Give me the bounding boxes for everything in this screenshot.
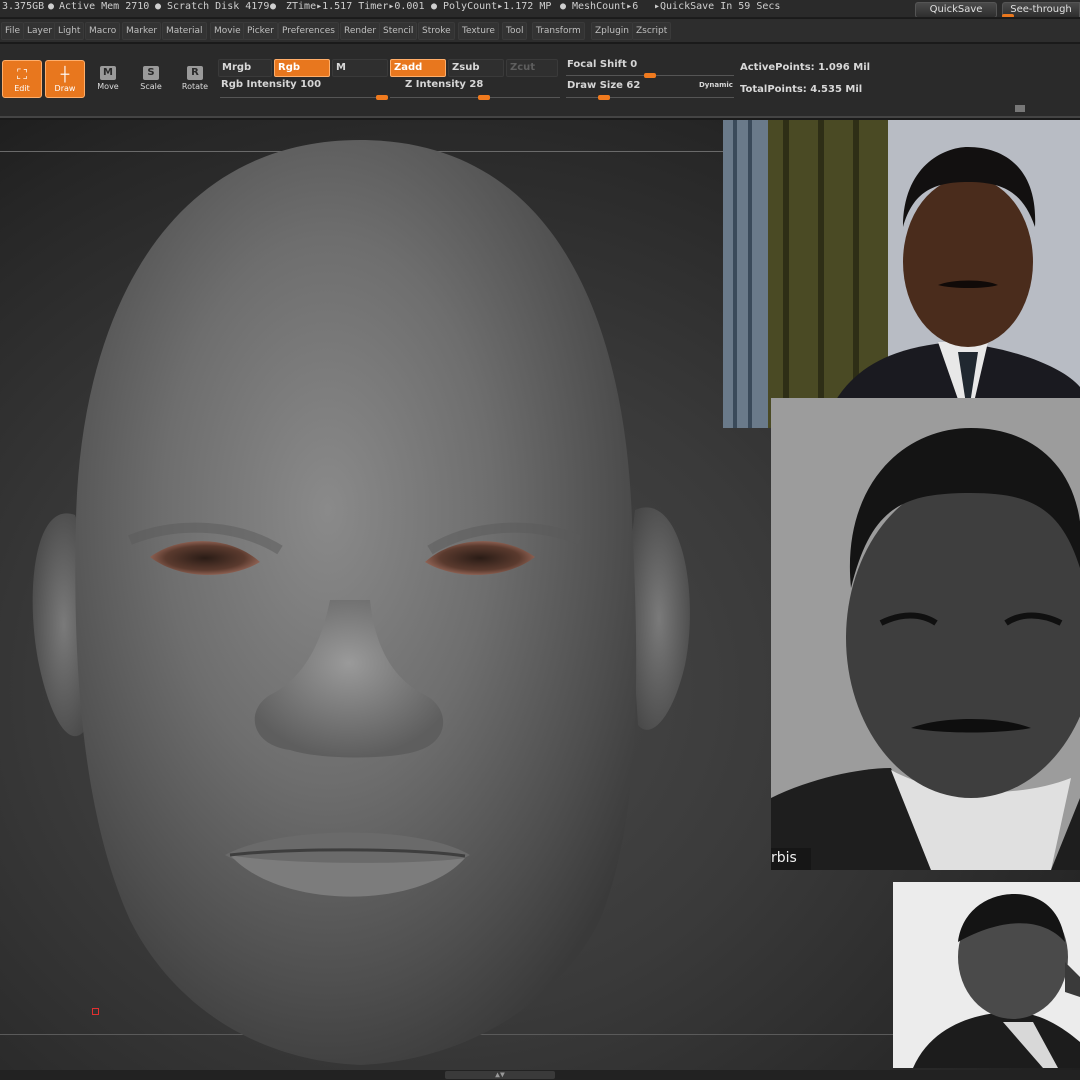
menu-zscript[interactable]: Zscript bbox=[632, 22, 672, 40]
menu-stroke[interactable]: Stroke bbox=[418, 22, 455, 40]
zsub-button[interactable]: Zsub bbox=[448, 59, 504, 77]
rotate-button[interactable]: R Rotate bbox=[175, 60, 215, 98]
draw-size-track[interactable] bbox=[566, 97, 734, 98]
active-points-readout: ActivePoints: 1.096 Mil bbox=[740, 62, 871, 73]
reference-photo-color[interactable] bbox=[723, 120, 1080, 428]
rgb-intensity-label: Rgb Intensity 100 bbox=[221, 79, 322, 90]
edit-icon: ⛶ bbox=[17, 67, 27, 83]
menu-tool[interactable]: Tool bbox=[502, 22, 528, 40]
reference-photo-profile-image bbox=[893, 882, 1080, 1068]
focal-shift-label: Focal Shift 0 bbox=[567, 59, 638, 70]
status-bullet: ● bbox=[270, 1, 277, 12]
menu-movie[interactable]: Movie bbox=[210, 22, 245, 40]
brush-cursor-marker bbox=[92, 1008, 99, 1015]
active-mem-readout: Active Mem 2710 bbox=[59, 1, 150, 12]
menu-light[interactable]: Light bbox=[54, 22, 85, 40]
mrgb-button[interactable]: Mrgb bbox=[218, 59, 272, 77]
dynamic-toggle[interactable]: Dynamic bbox=[699, 81, 733, 89]
bottom-tray: ▲▼ bbox=[0, 1070, 1080, 1080]
menu-bar: File Layer Light Macro Marker Material M… bbox=[0, 19, 1080, 43]
move-icon: M bbox=[100, 66, 116, 80]
draw-button[interactable]: ┼ Draw bbox=[45, 60, 85, 98]
reference-photo-color-image bbox=[723, 120, 1080, 428]
see-through-knob[interactable] bbox=[1002, 14, 1014, 17]
menu-zplugin[interactable]: Zplugin bbox=[591, 22, 634, 40]
viewport-canvas[interactable]: rbis bbox=[0, 120, 1080, 1070]
status-bar: 3.375GB ● Active Mem 2710 ● Scratch Disk… bbox=[0, 0, 1080, 18]
top-shelf: ⛶ Edit ┼ Draw M Move S Scale R Rotate Mr… bbox=[0, 44, 1080, 118]
menu-stencil[interactable]: Stencil bbox=[379, 22, 418, 40]
draw-size-slider[interactable] bbox=[598, 95, 611, 100]
sculpt-head-model[interactable] bbox=[0, 120, 760, 1070]
m-button[interactable]: M bbox=[332, 59, 388, 77]
menu-macro[interactable]: Macro bbox=[85, 22, 121, 40]
draw-icon: ┼ bbox=[60, 67, 70, 83]
tray-toggle-handle[interactable]: ▲▼ bbox=[445, 1071, 555, 1079]
reference-photo-bw-image bbox=[771, 398, 1080, 870]
quicksave-button[interactable]: QuickSave bbox=[915, 2, 997, 17]
menu-material[interactable]: Material bbox=[162, 22, 207, 40]
z-intensity-track[interactable] bbox=[390, 97, 560, 98]
menu-picker[interactable]: Picker bbox=[243, 22, 278, 40]
ztime-readout: ZTime▸1.517 Timer▸0.001 bbox=[286, 1, 425, 12]
chevron-up-icon: ▲▼ bbox=[495, 1070, 505, 1079]
rgb-intensity-track[interactable] bbox=[220, 97, 388, 98]
scratch-disk-readout: Scratch Disk 4179 bbox=[167, 1, 270, 12]
status-bullet: ● bbox=[48, 1, 55, 12]
reference-photo-profile[interactable] bbox=[893, 882, 1080, 1068]
draw-size-label: Draw Size 62 bbox=[567, 80, 641, 91]
zcut-button[interactable]: Zcut bbox=[506, 59, 558, 77]
z-intensity-label: Z Intensity 28 bbox=[405, 79, 484, 90]
status-bullet: ● bbox=[155, 1, 162, 12]
quicksave-timer: ▸QuickSave In 59 Secs bbox=[654, 1, 781, 12]
memory-readout: 3.375GB bbox=[2, 1, 45, 12]
menu-file[interactable]: File bbox=[1, 22, 25, 40]
z-intensity-slider[interactable] bbox=[477, 95, 490, 100]
reference-photo-bw[interactable]: rbis bbox=[771, 398, 1080, 870]
rgb-button[interactable]: Rgb bbox=[274, 59, 330, 77]
menu-transform[interactable]: Transform bbox=[532, 22, 585, 40]
menu-marker[interactable]: Marker bbox=[122, 22, 162, 40]
rgb-intensity-slider[interactable] bbox=[376, 95, 388, 100]
meshcount-readout: MeshCount▸6 bbox=[572, 1, 639, 12]
shelf-scroll-handle[interactable] bbox=[1015, 105, 1025, 112]
menu-render[interactable]: Render bbox=[340, 22, 381, 40]
rotate-icon: R bbox=[187, 66, 203, 80]
menu-layer[interactable]: Layer bbox=[23, 22, 57, 40]
scale-button[interactable]: S Scale bbox=[131, 60, 171, 98]
edit-button[interactable]: ⛶ Edit bbox=[2, 60, 42, 98]
menu-texture[interactable]: Texture bbox=[458, 22, 499, 40]
scale-icon: S bbox=[143, 66, 159, 80]
focal-shift-slider[interactable] bbox=[644, 73, 656, 78]
photo-caption: rbis bbox=[771, 850, 797, 866]
total-points-readout: TotalPoints: 4.535 Mil bbox=[740, 84, 863, 95]
polycount-readout: PolyCount▸1.172 MP bbox=[443, 1, 552, 12]
status-bullet: ● bbox=[560, 1, 567, 12]
status-bullet: ● bbox=[431, 1, 438, 12]
move-button[interactable]: M Move bbox=[88, 60, 128, 98]
menu-preferences[interactable]: Preferences bbox=[278, 22, 339, 40]
zadd-button[interactable]: Zadd bbox=[390, 59, 446, 77]
